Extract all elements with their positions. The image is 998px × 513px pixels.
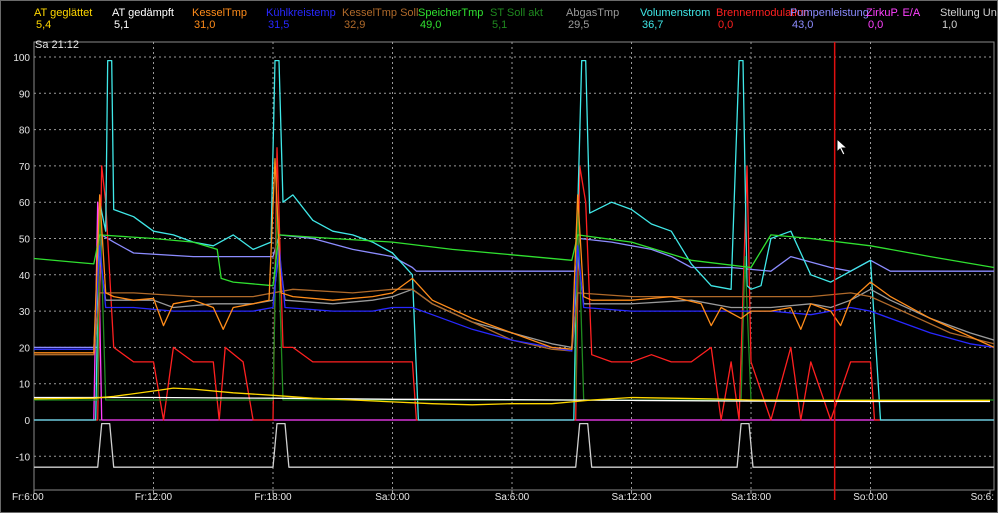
legend-cursor-value: 5,1 (492, 19, 508, 31)
legend-series-name: AbgasTmp (566, 7, 620, 19)
x-tick-label: Sa:18:00 (731, 492, 771, 503)
x-tick-label: Fr:12:00 (135, 492, 173, 503)
series-line (34, 245, 994, 352)
y-tick-label: 50 (19, 235, 31, 246)
y-tick-label: 60 (19, 198, 31, 209)
y-tick-label: 90 (19, 89, 31, 100)
y-tick-label: -10 (16, 452, 31, 463)
series-line (34, 288, 994, 356)
axis-ticks: 1009080706050403020100-10Fr:6:00 Fr:12:00… (12, 53, 994, 503)
legend-entry[interactable]: AT geglättet 5,4 (34, 7, 92, 31)
legend-cursor-value: 43,0 (792, 19, 814, 31)
series-group (34, 59, 994, 468)
mouse-pointer-icon (836, 138, 848, 156)
series-line (34, 422, 994, 468)
y-tick-label: 10 (19, 380, 31, 391)
legend-entry[interactable]: Pumpenleistung 43,0 (790, 7, 869, 31)
legend-cursor-value: 0,0 (868, 19, 884, 31)
legend-series-name: AT geglättet (34, 7, 93, 19)
y-tick-label: 100 (13, 53, 30, 64)
x-tick-label: Fr:6:00 (12, 492, 44, 503)
grid (33, 41, 995, 494)
legend-series-name: KesselTmp Soll (342, 7, 419, 19)
legend-series-name: SpeicherTmp (418, 7, 484, 19)
y-tick-label: 20 (19, 343, 31, 354)
legend-entry[interactable]: ZirkuP. E/A 0,0 (866, 7, 920, 31)
legend-cursor-value: 5,4 (36, 19, 52, 31)
legend-cursor-value: 31,5 (268, 19, 290, 31)
y-tick-label: 0 (24, 416, 30, 427)
legend-cursor-value: 1,0 (942, 19, 958, 31)
legend-cursor-value: 29,5 (568, 19, 590, 31)
legend-entry[interactable]: KesselTmp Soll 32,9 (342, 7, 418, 31)
legend-series-name: ZirkuP. E/A (866, 7, 921, 19)
y-tick-label: 70 (19, 162, 31, 173)
legend-series-name: Stellung Un (940, 7, 997, 19)
series-line (34, 147, 994, 421)
legend-series-name: AT gedämpft (112, 7, 174, 19)
legend-entry[interactable]: SpeicherTmp 49,0 (418, 7, 483, 31)
legend-cursor-value: 36,7 (642, 19, 664, 31)
legend-entry[interactable]: ST Soll akt 5,1 (490, 7, 543, 31)
x-tick-label: Sa:6:00 (495, 492, 530, 503)
legend-series-name: KesselTmp (192, 7, 248, 19)
legend-entry[interactable]: Volumenstrom 36,7 (640, 7, 710, 31)
legend-entry[interactable]: AbgasTmp 29,5 (566, 7, 619, 31)
legend-cursor-value: 5,1 (114, 19, 130, 31)
plot-area-border (33, 41, 995, 491)
legend-cursor-value: 32,9 (344, 19, 366, 31)
x-tick-label: Sa:0:00 (375, 492, 410, 503)
legend-entry[interactable]: Stellung Un 1,0 (940, 7, 997, 31)
legend-entry[interactable]: AT gedämpft 5,1 (112, 7, 174, 31)
y-tick-label: 30 (19, 307, 31, 318)
x-tick-label: So:0:00 (853, 492, 888, 503)
x-tick-label: Fr:18:00 (254, 492, 292, 503)
line-chart[interactable]: 1009080706050403020100-10Fr:6:00 Fr:12:00… (0, 0, 998, 513)
legend-entry[interactable]: KesselTmp 31,0 (192, 7, 247, 31)
x-tick-label: Sa:12:00 (611, 492, 651, 503)
legend-series-name: Kühlkreistemp (266, 7, 336, 19)
legend-series-name: Volumenstrom (640, 7, 711, 19)
legend-cursor-value: 49,0 (420, 19, 442, 31)
legend-cursor-value: 31,0 (194, 19, 216, 31)
legend: AT geglättet 5,4 AT gedämpft 5,1 KesselTmp 31… (0, 7, 998, 37)
cursor-timestamp: Sa 21:12 (35, 39, 80, 51)
legend-entry[interactable]: Kühlkreistemp 31,5 (266, 7, 336, 31)
legend-series-name: Pumpenleistung (790, 7, 869, 19)
x-tick-label: So:6: (971, 492, 994, 503)
legend-series-name: ST Soll akt (490, 7, 543, 19)
y-tick-label: 40 (19, 271, 31, 282)
series-line (34, 234, 994, 287)
y-tick-label: 80 (19, 126, 31, 137)
series-line (34, 234, 994, 349)
